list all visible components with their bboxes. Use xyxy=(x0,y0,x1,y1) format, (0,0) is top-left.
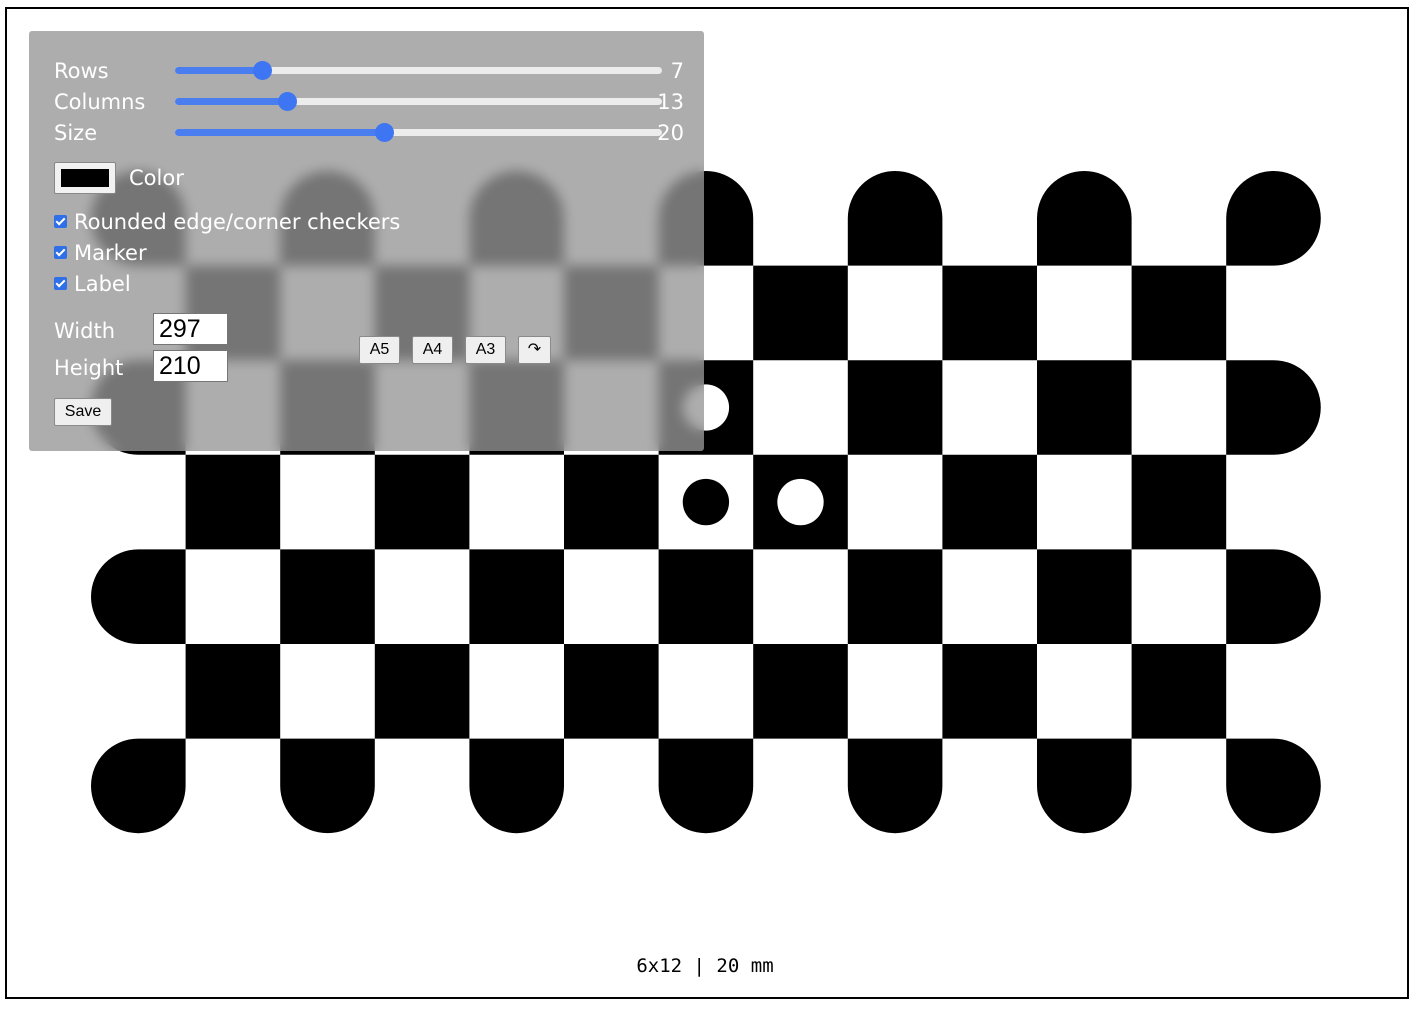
rows-slider-fill xyxy=(175,67,262,74)
checker-square xyxy=(847,738,943,834)
rows-control: Rows 7 xyxy=(54,58,684,84)
checker-square xyxy=(469,738,564,834)
checker-square xyxy=(374,644,470,739)
checker-square xyxy=(1131,454,1227,550)
preset-a5-button[interactable]: A5 xyxy=(359,336,400,364)
checker-square xyxy=(1131,265,1227,361)
size-control: Size 20 xyxy=(54,120,684,146)
checker-square xyxy=(1037,360,1132,455)
height-input[interactable]: 210 xyxy=(153,350,228,382)
color-swatch-fill xyxy=(61,169,109,187)
checker-square xyxy=(1037,549,1132,644)
columns-label: Columns xyxy=(54,90,146,114)
save-button[interactable]: Save xyxy=(54,398,112,426)
rows-label: Rows xyxy=(54,59,109,83)
marker-label: Marker xyxy=(74,241,147,265)
checker-square xyxy=(1226,738,1321,834)
checker-square xyxy=(280,738,375,834)
width-input[interactable]: 297 xyxy=(153,313,228,345)
columns-slider[interactable] xyxy=(175,92,662,111)
checker-square xyxy=(1037,738,1132,834)
preset-a3-button[interactable]: A3 xyxy=(465,336,506,364)
height-label: Height xyxy=(54,356,124,380)
rows-value: 7 xyxy=(670,59,684,83)
checker-square xyxy=(91,738,186,834)
checker-square xyxy=(658,738,754,834)
checker-square xyxy=(753,265,848,361)
checker-square xyxy=(469,549,564,644)
color-label: Color xyxy=(129,166,184,190)
preset-a4-button[interactable]: A4 xyxy=(412,336,453,364)
checker-square xyxy=(1131,644,1227,739)
marker-dot xyxy=(777,478,824,526)
color-picker[interactable] xyxy=(54,162,116,194)
rotate-button[interactable]: ↷ xyxy=(518,336,551,364)
checker-square xyxy=(847,170,943,266)
checker-square xyxy=(942,644,1037,739)
label-checkbox[interactable] xyxy=(54,277,67,290)
checker-square xyxy=(1226,549,1321,644)
checker-square xyxy=(374,454,470,550)
size-value: 20 xyxy=(657,121,684,145)
rows-slider-thumb[interactable] xyxy=(252,61,272,80)
checker-square xyxy=(658,549,754,644)
checker-square xyxy=(942,265,1037,361)
checker-square xyxy=(1226,170,1321,266)
checker-square xyxy=(280,549,375,644)
rotate-icon: ↷ xyxy=(527,341,542,358)
width-label: Width xyxy=(54,319,116,343)
columns-slider-fill xyxy=(175,98,287,105)
checker-square xyxy=(847,360,943,455)
size-slider-thumb[interactable] xyxy=(374,123,394,142)
columns-slider-thumb[interactable] xyxy=(277,92,297,111)
checker-square xyxy=(185,454,281,550)
checker-square xyxy=(185,644,281,739)
checker-square xyxy=(942,454,1037,550)
marker-dot xyxy=(682,478,730,526)
rows-slider[interactable] xyxy=(175,61,662,80)
checker-square xyxy=(847,549,943,644)
marker-checkbox[interactable] xyxy=(54,246,67,259)
rounded-label: Rounded edge/corner checkers xyxy=(74,210,401,234)
checker-square xyxy=(753,644,848,739)
checker-square xyxy=(1226,360,1321,455)
label-label: Label xyxy=(74,272,131,296)
checker-square xyxy=(564,644,659,739)
settings-panel: Rows 7 Columns 13 Size 20 Color Rounded … xyxy=(29,31,704,451)
columns-control: Columns 13 xyxy=(54,89,684,115)
size-slider[interactable] xyxy=(175,123,662,142)
checker-square xyxy=(564,454,659,550)
columns-value: 13 xyxy=(657,90,684,114)
checker-square xyxy=(1037,171,1132,266)
rounded-checkbox[interactable] xyxy=(54,215,67,228)
checker-square xyxy=(91,549,186,644)
size-slider-fill xyxy=(175,129,384,136)
size-label: Size xyxy=(54,121,98,145)
board-label: 6x12 | 20 mm xyxy=(636,955,774,977)
